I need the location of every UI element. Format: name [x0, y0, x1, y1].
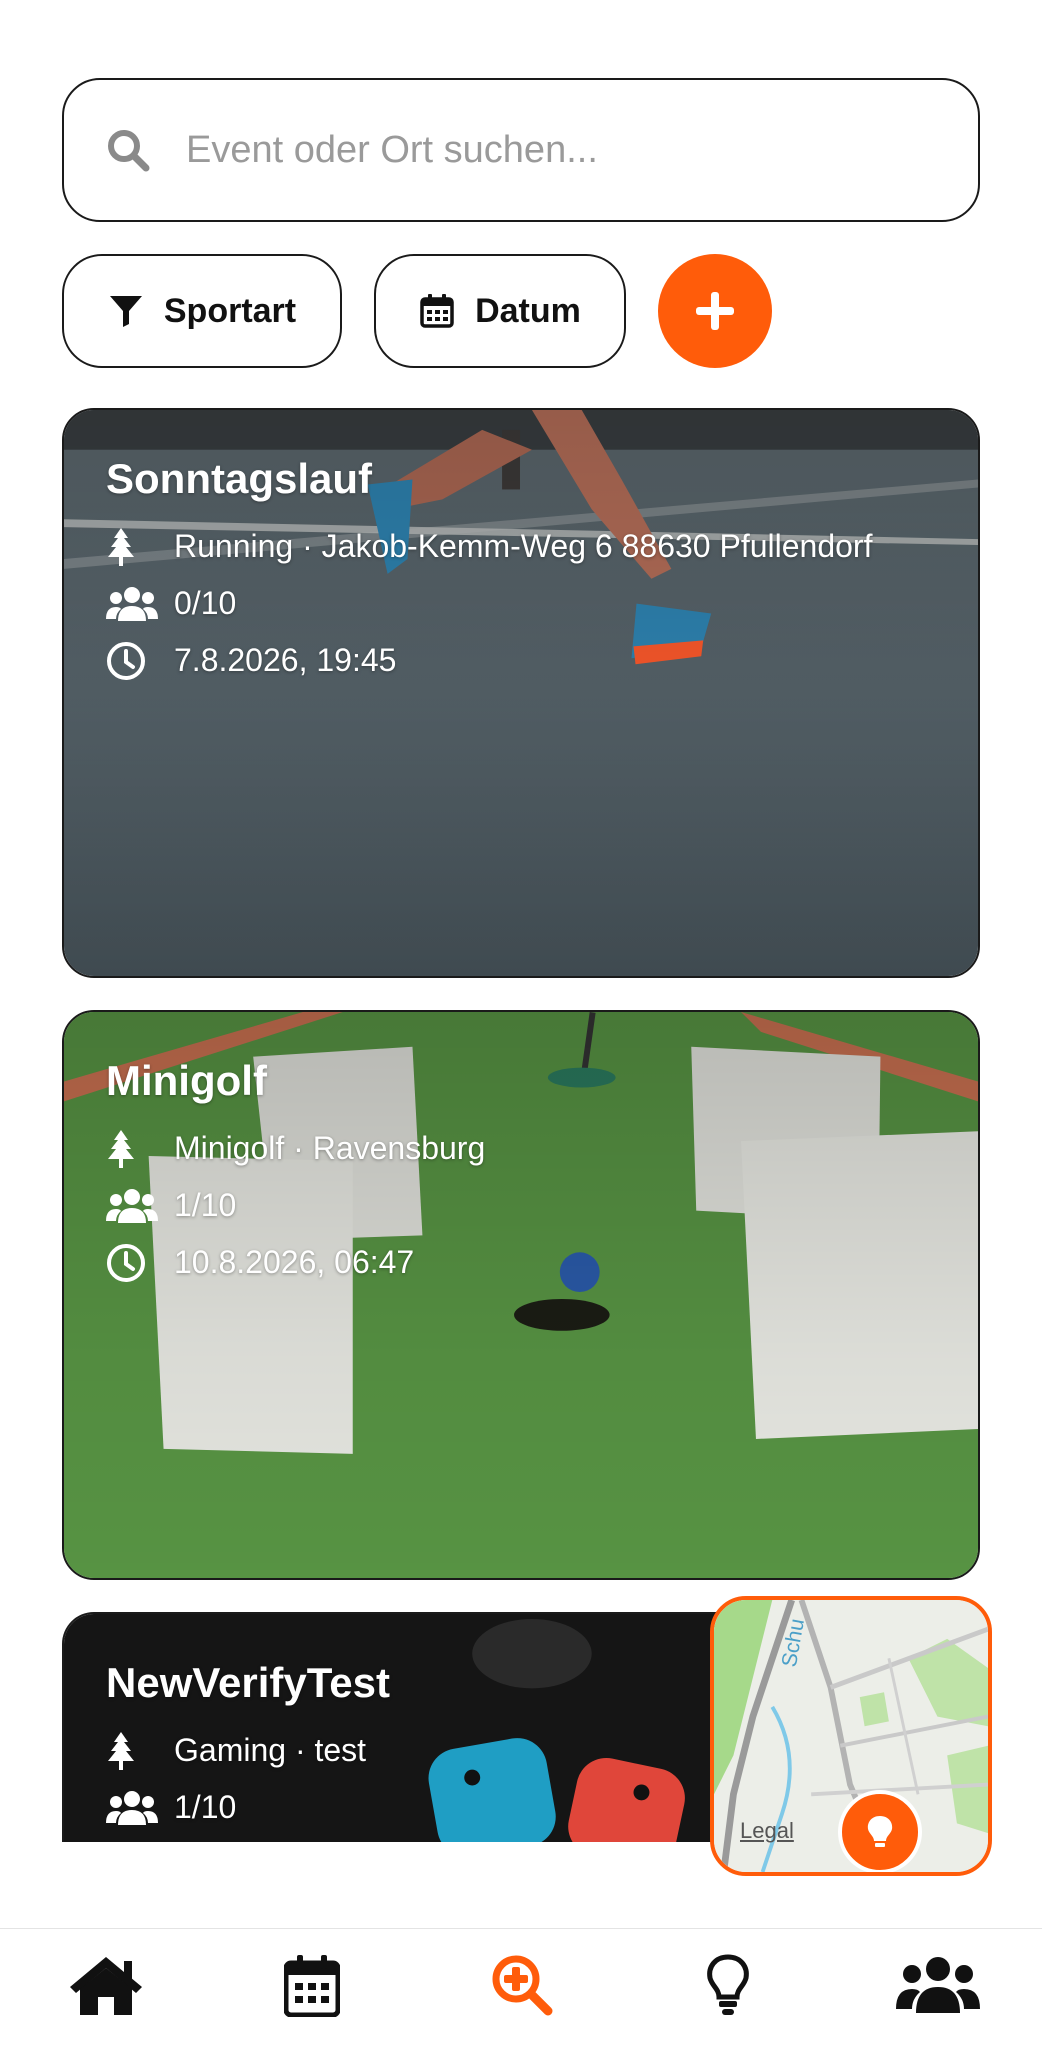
sport-filter-button[interactable]: Sportart — [62, 254, 342, 368]
users-icon — [106, 1184, 158, 1228]
nav-ideas[interactable] — [700, 1949, 756, 2021]
home-icon — [70, 1957, 142, 2015]
event-info: Sonntagslauf Running · Jakob-Kemm-Weg 6 … — [106, 454, 872, 689]
event-participants: 1/10 — [106, 1177, 485, 1234]
filter-bar: Sportart Datum — [62, 254, 772, 368]
add-event-button[interactable] — [658, 254, 772, 368]
search-icon — [108, 130, 150, 172]
map-legal-link[interactable]: Legal — [740, 1818, 794, 1844]
sport-filter-label: Sportart — [163, 291, 297, 330]
nav-search-events[interactable] — [486, 1949, 558, 2021]
lightbulb-icon — [867, 1816, 893, 1847]
calendar-icon — [420, 294, 454, 328]
users-icon — [106, 1786, 158, 1830]
event-sport-location: Minigolf · Ravensburg — [106, 1120, 485, 1177]
nav-home[interactable] — [66, 1949, 146, 2021]
event-title: Sonntagslauf — [106, 455, 373, 502]
location-pin — [838, 1790, 922, 1872]
event-title: Minigolf — [106, 1057, 267, 1104]
users-icon — [106, 582, 158, 626]
clock-icon — [106, 1241, 158, 1285]
calendar-icon — [284, 1955, 340, 2017]
tree-icon — [106, 525, 158, 569]
lightbulb-icon — [707, 1954, 749, 2015]
event-participants: 1/10 — [106, 1779, 390, 1836]
event-sport-location: Running · Jakob-Kemm-Weg 6 88630 Pfullen… — [106, 518, 872, 575]
search-plus-icon — [492, 1955, 553, 2016]
event-info: NewVerifyTest Gaming · test 1/10 — [106, 1658, 390, 1836]
date-filter-button[interactable]: Datum — [374, 254, 626, 368]
search-input[interactable] — [186, 128, 886, 172]
users-icon — [896, 1957, 980, 2013]
event-card[interactable]: Sonntagslauf Running · Jakob-Kemm-Weg 6 … — [62, 408, 980, 978]
event-sport-location: Gaming · test — [106, 1722, 390, 1779]
map-preview[interactable]: Schu Legal — [710, 1596, 992, 1876]
tree-icon — [106, 1729, 158, 1773]
event-participants: 0/10 — [106, 575, 872, 632]
bottom-navigation — [0, 1928, 1042, 2048]
filter-icon — [109, 296, 142, 327]
search-bar[interactable] — [62, 78, 980, 222]
clock-icon — [106, 639, 158, 683]
nav-calendar[interactable] — [280, 1949, 344, 2021]
date-filter-label: Datum — [475, 291, 581, 330]
event-datetime: 7.8.2026, 19:45 — [106, 632, 872, 689]
plus-icon — [696, 292, 734, 330]
tree-icon — [106, 1127, 158, 1171]
event-info: Minigolf Minigolf · Ravensburg 1/10 10.8… — [106, 1056, 485, 1291]
event-datetime: 10.8.2026, 06:47 — [106, 1234, 485, 1291]
event-title: NewVerifyTest — [106, 1659, 391, 1706]
event-card[interactable]: Minigolf Minigolf · Ravensburg 1/10 10.8… — [62, 1010, 980, 1580]
nav-community[interactable] — [896, 1949, 980, 2021]
